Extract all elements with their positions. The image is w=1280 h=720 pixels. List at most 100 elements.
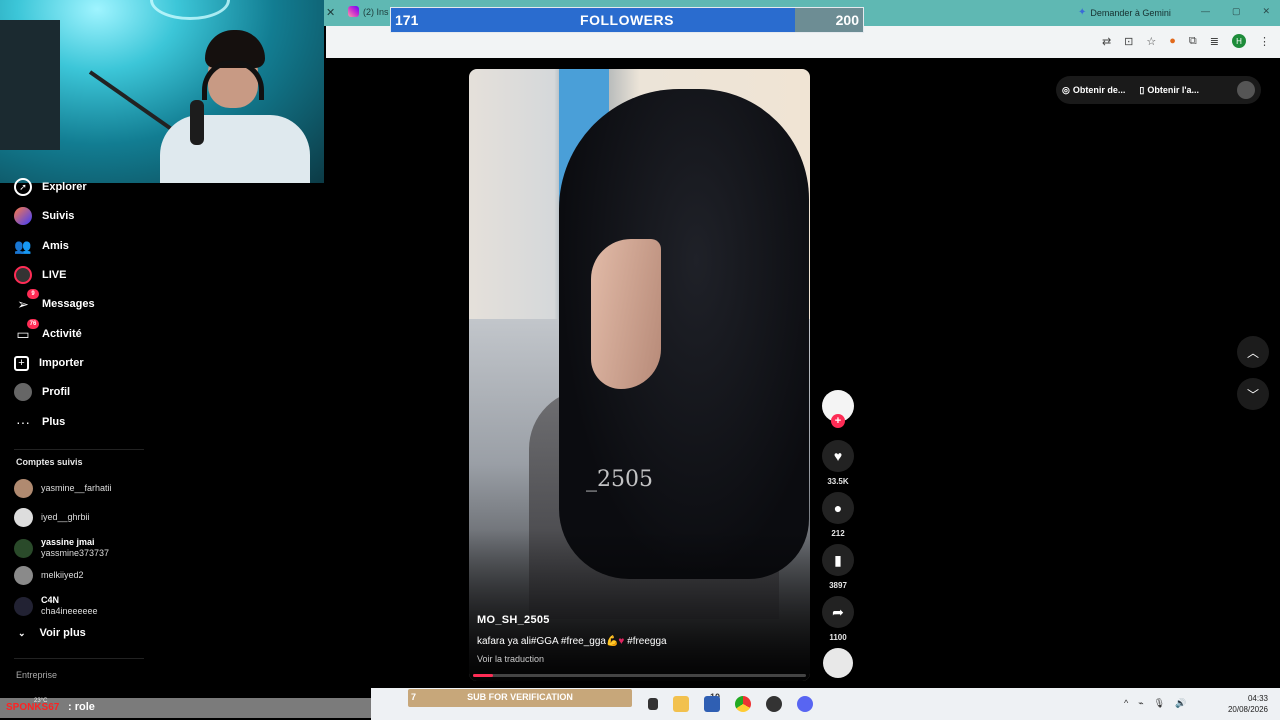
- sidebar-item-label: Messages: [42, 298, 95, 310]
- sidebar-item-label: Activité: [42, 328, 82, 340]
- get-coins-button[interactable]: ◎ Obtenir de...: [1062, 85, 1125, 96]
- sidebar-item-label: Amis: [42, 240, 69, 252]
- gemini-button[interactable]: ✦ Demander à Gemini: [1078, 7, 1171, 18]
- background-monitor: [0, 20, 60, 150]
- entreprise-link[interactable]: Entreprise: [16, 670, 57, 680]
- close-window-icon[interactable]: ✕: [1262, 6, 1270, 17]
- sidebar-divider: [14, 658, 144, 659]
- live-icon: [14, 266, 32, 284]
- avatar: [14, 508, 33, 527]
- comment-button[interactable]: ●: [822, 492, 854, 524]
- account-handle: iyed__ghrbii: [41, 512, 90, 522]
- save-count: 3897: [829, 581, 847, 590]
- taskbar-clock[interactable]: 04:33 20/08/2026: [1228, 693, 1268, 715]
- followed-account[interactable]: iyed__ghrbii: [14, 508, 90, 527]
- translate-icon[interactable]: ⇄: [1102, 35, 1111, 48]
- like-count: 33.5K: [827, 477, 849, 486]
- sidebar-item-label: LIVE: [42, 269, 67, 281]
- followed-account[interactable]: melkiiyed2: [14, 566, 84, 585]
- system-tray: ^ ⌁ 🎙 🔊: [1124, 698, 1186, 709]
- sidebar-item-plus[interactable]: ··· Plus: [14, 410, 65, 434]
- install-app-icon[interactable]: ⊡: [1124, 35, 1133, 48]
- toolbar-icons: ⇄ ⊡ ☆ ● ⧉ ≣ H ⋮: [1102, 34, 1270, 48]
- sidebar: ➚ Explorer Suivis 👥 Amis LIVE ➢ 9 Messag…: [0, 178, 150, 688]
- video-progress-fill: [473, 674, 493, 677]
- chrome-icon[interactable]: [735, 696, 751, 712]
- tab-instagram[interactable]: (2) Ins: [348, 6, 389, 17]
- followed-account[interactable]: yassine jmai yassmine373737: [14, 537, 109, 559]
- maximize-icon[interactable]: ▢: [1232, 6, 1241, 17]
- get-app-label: Obtenir l'a...: [1147, 85, 1199, 95]
- see-translation-link[interactable]: Voir la traduction: [477, 654, 544, 664]
- user-avatar[interactable]: [1237, 81, 1255, 99]
- reading-list-icon[interactable]: ≣: [1210, 35, 1219, 48]
- sidebar-item-profil[interactable]: Profil: [14, 380, 70, 404]
- task-view-icon[interactable]: [648, 698, 658, 710]
- caption-hashtag[interactable]: #freegga: [624, 636, 667, 647]
- video-player[interactable]: _2505: [469, 69, 810, 681]
- account-name: yassine jmai: [41, 537, 95, 547]
- sidebar-item-explorer[interactable]: ➚ Explorer: [14, 175, 87, 199]
- top-right-actions: ◎ Obtenir de... ▯ Obtenir l'a...: [1056, 76, 1261, 104]
- discord-icon[interactable]: [797, 696, 813, 712]
- video-author[interactable]: MO_SH_2505: [477, 614, 550, 626]
- share-button[interactable]: ➦: [822, 596, 854, 628]
- account-handle: cha4ineeeeee: [41, 606, 98, 616]
- activity-badge: 76: [27, 319, 39, 329]
- gemini-label: Demander à Gemini: [1090, 7, 1171, 18]
- minimize-icon[interactable]: —: [1201, 6, 1210, 17]
- more-dots-icon: ···: [16, 414, 30, 430]
- bookmark-star-icon[interactable]: ☆: [1146, 35, 1156, 48]
- paper-plane-icon: ➢ 9: [14, 289, 39, 313]
- avatar: [14, 596, 33, 616]
- store-icon[interactable]: [704, 696, 720, 712]
- window-controls: — ▢ ✕: [1201, 6, 1270, 17]
- messages-badge: 9: [27, 289, 39, 299]
- tab-close-icon[interactable]: ✕: [326, 6, 335, 19]
- chevron-down-icon: ﹀: [1246, 387, 1259, 402]
- profile-avatar[interactable]: H: [1232, 34, 1246, 48]
- friends-icon: 👥: [14, 237, 32, 254]
- kebab-menu-icon[interactable]: ⋮: [1259, 35, 1270, 48]
- following-avatar-icon: [14, 207, 32, 225]
- network-icon[interactable]: ⌁: [1138, 698, 1143, 709]
- account-handle: melkiiyed2: [41, 570, 84, 580]
- chat-overlay: 23°C SPONKS67 : role: [0, 698, 371, 718]
- get-app-button[interactable]: ▯ Obtenir l'a...: [1139, 85, 1199, 96]
- sidebar-item-live[interactable]: LIVE: [14, 263, 66, 287]
- sidebar-item-amis[interactable]: 👥 Amis: [14, 234, 69, 258]
- avatar: [14, 479, 33, 498]
- next-video-button[interactable]: ﹀: [1237, 378, 1269, 410]
- save-button[interactable]: ▮: [822, 544, 854, 576]
- taskbar-apps: [648, 696, 813, 712]
- file-explorer-icon[interactable]: [673, 696, 689, 712]
- video-watermark: _2505: [586, 467, 653, 492]
- sidebar-item-activite[interactable]: ▭ 76 Activité: [14, 319, 82, 346]
- mic-icon[interactable]: 🎙: [1154, 698, 1165, 709]
- chevron-up-icon: ︿: [1246, 345, 1259, 360]
- microphone: [190, 100, 204, 145]
- clock-time: 04:33: [1247, 694, 1268, 703]
- see-more-button[interactable]: ⌄ Voir plus: [18, 627, 86, 639]
- sidebar-item-messages[interactable]: ➢ 9 Messages: [14, 289, 95, 316]
- coin-icon: ◎: [1062, 84, 1070, 95]
- followed-account[interactable]: C4N cha4ineeeeee: [14, 595, 98, 617]
- previous-video-button[interactable]: ︿: [1237, 336, 1269, 368]
- obs-icon[interactable]: [766, 696, 782, 712]
- like-button[interactable]: ♥: [822, 440, 854, 472]
- extension-fox-icon[interactable]: ●: [1169, 35, 1176, 47]
- follow-plus-button[interactable]: +: [831, 414, 845, 428]
- followers-goal: 200: [835, 12, 859, 28]
- gemini-spark-icon: ✦: [1078, 7, 1087, 18]
- followed-account[interactable]: yasmine__farhatii: [14, 479, 112, 498]
- tray-chevron-up-icon[interactable]: ^: [1124, 698, 1128, 709]
- bookmark-icon: ▮: [834, 551, 842, 568]
- sidebar-item-label: Plus: [42, 416, 66, 428]
- volume-icon[interactable]: 🔊: [1175, 698, 1186, 709]
- extensions-puzzle-icon[interactable]: ⧉: [1189, 35, 1197, 48]
- sidebar-item-importer[interactable]: + Importer: [14, 351, 84, 375]
- sidebar-item-suivis[interactable]: Suivis: [14, 204, 74, 228]
- clock-date: 20/08/2026: [1227, 705, 1268, 714]
- video-progress-bar[interactable]: [473, 674, 806, 677]
- music-disc[interactable]: [823, 648, 853, 678]
